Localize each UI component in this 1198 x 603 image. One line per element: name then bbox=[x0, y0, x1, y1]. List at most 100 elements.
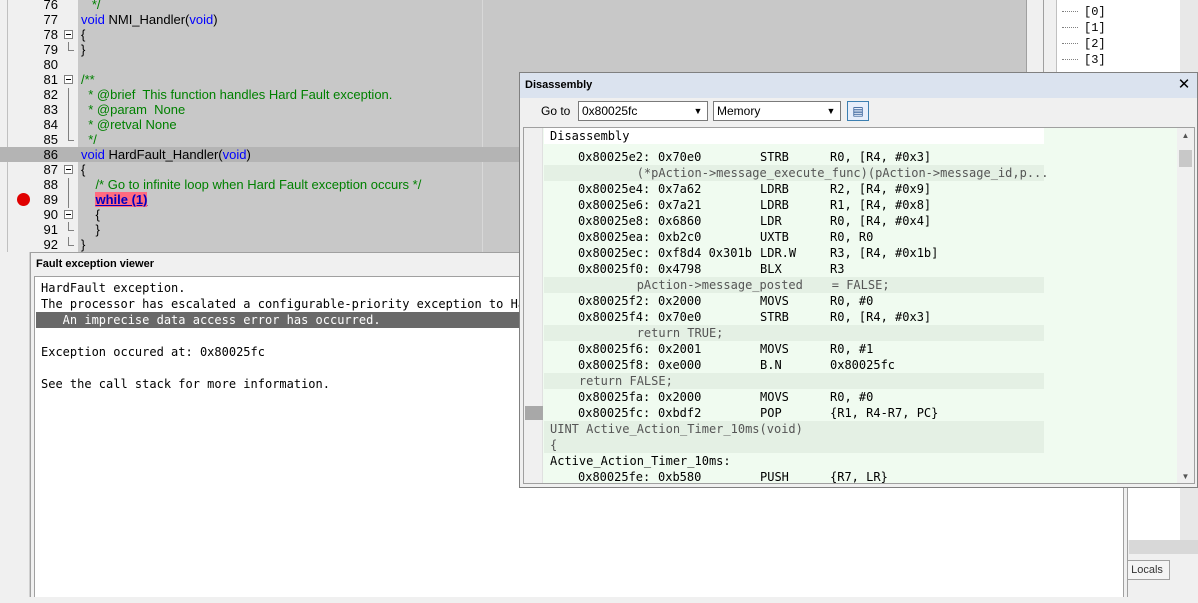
code-line[interactable]: 79} bbox=[0, 42, 1026, 57]
ide-window: 76 */77 void NMI_Handler(void) 78{79} 80 81/… bbox=[0, 0, 1198, 603]
instruction-address: 0x80025fa: bbox=[578, 390, 651, 404]
source-line[interactable]: UINT Active_Action_Timer_10ms(void) bbox=[544, 421, 1178, 437]
scroll-thumb[interactable] bbox=[1179, 150, 1192, 167]
disassembly-row[interactable]: 0x80025ec: 0xf8d4 0x301b LDR.W R3, [R4, #0x… bbox=[544, 245, 1178, 261]
line-number: 89 bbox=[43, 192, 58, 207]
line-number: 78 bbox=[43, 27, 58, 42]
line-number: 84 bbox=[43, 117, 58, 132]
instruction-bytes: 0x6860 bbox=[658, 214, 702, 228]
tab-locals[interactable]: Locals bbox=[1124, 560, 1170, 580]
watch-hscrollbar[interactable] bbox=[1129, 540, 1198, 554]
source-line[interactable]: pAction->message_posted = FALSE; bbox=[544, 277, 1178, 293]
options-icon[interactable]: ▤ bbox=[847, 101, 869, 121]
instruction-operands: R1, [R4, #0x8] bbox=[830, 198, 932, 212]
disassembly-scrollbar[interactable]: ▲ ▼ bbox=[1177, 128, 1194, 483]
instruction-mnemonic: LDR bbox=[760, 214, 782, 228]
disassembly-row[interactable]: 0x80025fe: 0xb580 PUSH {R7, LR} bbox=[544, 469, 1178, 484]
code-line[interactable]: 80 bbox=[0, 57, 1026, 72]
tree-item[interactable]: [0] bbox=[1062, 4, 1106, 20]
line-number: 87 bbox=[43, 162, 58, 177]
fault-line[interactable]: HardFault exception. bbox=[41, 280, 186, 296]
code-text: */ bbox=[81, 0, 101, 12]
fault-line[interactable]: Exception occured at: 0x80025fc bbox=[41, 344, 265, 360]
memory-select[interactable]: Memory ▼ bbox=[713, 101, 841, 121]
instruction-address: 0x80025f0: bbox=[578, 262, 651, 276]
disassembly-row[interactable]: 0x80025e8: 0x6860 LDR R0, [R4, #0x4] bbox=[544, 213, 1178, 229]
instruction-operands: R0, #1 bbox=[830, 342, 874, 356]
disassembly-row[interactable]: 0x80025f4: 0x70e0 STRB R0, [R4, #0x3] bbox=[544, 309, 1178, 325]
disassembly-row[interactable]: 0x80025e6: 0x7a21 LDRB R1, [R4, #0x8] bbox=[544, 197, 1178, 213]
source-line[interactable]: return TRUE; bbox=[544, 325, 1178, 341]
instruction-operands: R0, R0 bbox=[830, 230, 874, 244]
instruction-bytes: 0xb580 bbox=[658, 470, 702, 484]
keyword-token: void bbox=[81, 12, 105, 27]
comment-token: * @retval None bbox=[81, 117, 177, 132]
code-token: while (1) bbox=[95, 192, 148, 207]
instruction-mnemonic: MOVS bbox=[760, 294, 789, 308]
code-token: ) bbox=[213, 12, 218, 27]
code-text: } bbox=[81, 237, 85, 252]
tree-item-label: [3] bbox=[1084, 53, 1106, 67]
instruction-bytes: 0x4798 bbox=[658, 262, 702, 276]
comment-token: */ bbox=[81, 132, 97, 147]
instruction-address: 0x80025ec: bbox=[578, 246, 651, 260]
source-line[interactable]: return FALSE; bbox=[544, 373, 1178, 389]
code-line[interactable]: 78 { bbox=[0, 27, 1026, 42]
fold-collapse-icon[interactable] bbox=[64, 208, 74, 221]
fold-collapse-icon[interactable] bbox=[64, 73, 74, 86]
source-text: pAction->message_posted = FALSE; bbox=[550, 278, 890, 292]
chevron-down-icon[interactable]: ▼ bbox=[824, 103, 838, 119]
disassembly-row[interactable]: 0x80025f6: 0x2001 MOVS R0, #1 bbox=[544, 341, 1178, 357]
line-number: 83 bbox=[43, 102, 58, 117]
code-text: void NMI_Handler(void) bbox=[81, 12, 218, 27]
instruction-mnemonic: LDR.W bbox=[760, 246, 797, 260]
fold-guide bbox=[64, 88, 74, 103]
disassembly-listing[interactable]: ▲ ▼ Disassembly 0x80025e2: 0x70e0 STRB R0, [… bbox=[523, 127, 1195, 484]
instruction-operands: R2, [R4, #0x9] bbox=[830, 182, 932, 196]
instruction-bytes: 0xbdf2 bbox=[658, 406, 702, 420]
disassembly-row-current[interactable]: 0x80025fc: 0xbdf2 POP {R1, R4-R7, PC} bbox=[544, 405, 1178, 421]
fold-collapse-icon[interactable] bbox=[64, 28, 74, 41]
instruction-bytes: 0xe000 bbox=[658, 358, 702, 372]
chevron-down-icon[interactable]: ▼ bbox=[691, 103, 705, 119]
disassembly-row[interactable]: 0x80025f2: 0x2000 MOVS R0, #0 bbox=[544, 293, 1178, 309]
fault-line[interactable]: See the call stack for more information. bbox=[41, 376, 330, 392]
disassembly-row[interactable]: 0x80025fa: 0x2000 MOVS R0, #0 bbox=[544, 389, 1178, 405]
close-icon[interactable]: ✕ bbox=[1177, 77, 1191, 93]
code-text: { bbox=[81, 207, 99, 222]
goto-address-combo[interactable]: 0x80025fc ▼ bbox=[578, 101, 708, 121]
code-token: { bbox=[81, 162, 86, 177]
instruction-bytes: 0x2000 bbox=[658, 294, 702, 308]
code-line[interactable]: 76 */ bbox=[0, 0, 1026, 12]
disassembly-row[interactable]: 0x80025f0: 0x4798 BLX R3 bbox=[544, 261, 1178, 277]
scroll-down-icon[interactable]: ▼ bbox=[1177, 469, 1194, 483]
comment-token: */ bbox=[81, 0, 101, 12]
code-line[interactable]: 77 void NMI_Handler(void) bbox=[0, 12, 1026, 27]
disassembly-row[interactable]: 0x80025f8: 0xe000 B.N 0x80025fc bbox=[544, 357, 1178, 373]
fold-collapse-icon[interactable] bbox=[64, 163, 74, 176]
code-text: /* Go to infinite loop when Hard Fault e… bbox=[81, 177, 421, 192]
comment-token: * @param None bbox=[81, 102, 186, 117]
disassembly-row[interactable]: 0x80025ea: 0xb2c0 UXTB R0, R0 bbox=[544, 229, 1178, 245]
memory-select-value: Memory bbox=[717, 104, 761, 118]
tree-item[interactable]: [1] bbox=[1062, 20, 1106, 36]
scroll-up-icon[interactable]: ▲ bbox=[1177, 128, 1194, 144]
instruction-mnemonic: B.N bbox=[760, 358, 782, 372]
disassembly-gutter[interactable] bbox=[524, 128, 543, 483]
tree-item[interactable]: [2] bbox=[1062, 36, 1106, 52]
instruction-bytes: 0x7a62 bbox=[658, 182, 702, 196]
disassembly-row[interactable]: 0x80025e4: 0x7a62 LDRB R2, [R4, #0x9] bbox=[544, 181, 1178, 197]
instruction-operands: R3 bbox=[830, 262, 845, 276]
tree-item[interactable]: [3] bbox=[1062, 52, 1106, 68]
instruction-mnemonic: STRB bbox=[760, 150, 789, 164]
source-line[interactable]: (*pAction->message_execute_func)(pAction… bbox=[544, 165, 1178, 181]
instruction-bytes: 0x7a21 bbox=[658, 198, 702, 212]
disassembly-label[interactable]: Active_Action_Timer_10ms: bbox=[544, 453, 1178, 469]
disassembly-row[interactable]: 0x80025e2: 0x70e0 STRB R0, [R4, #0x3] bbox=[544, 149, 1178, 165]
source-line[interactable]: { bbox=[544, 437, 1178, 453]
code-token: } bbox=[81, 237, 86, 252]
line-number: 82 bbox=[43, 87, 58, 102]
code-text: } bbox=[81, 42, 85, 57]
fault-line[interactable]: The processor has escalated a configurab… bbox=[41, 296, 583, 312]
instruction-address: 0x80025fc: bbox=[578, 406, 651, 420]
